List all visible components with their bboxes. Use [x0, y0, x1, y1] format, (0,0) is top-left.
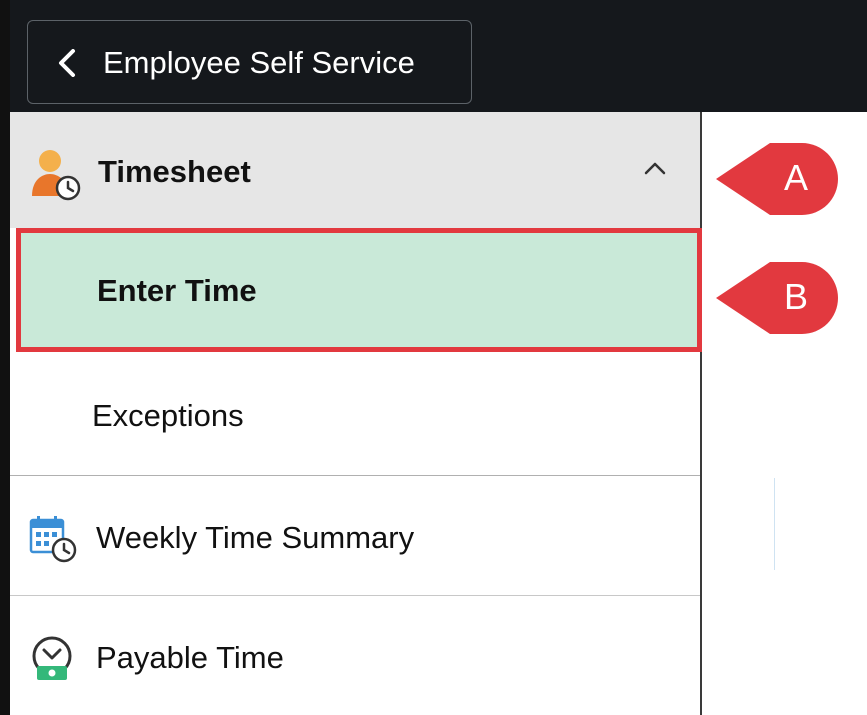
top-header-bar: Employee Self Service: [0, 0, 867, 112]
weekly-time-summary-menu-item[interactable]: Weekly Time Summary: [10, 476, 700, 596]
employee-self-service-back-button[interactable]: Employee Self Service: [27, 20, 472, 104]
payable-time-menu-item[interactable]: Payable Time: [10, 596, 700, 715]
back-button-label: Employee Self Service: [103, 45, 415, 80]
enter-time-label: Enter Time: [97, 273, 257, 308]
callout-b-letter: B: [783, 276, 808, 317]
weekly-time-summary-label: Weekly Time Summary: [96, 520, 415, 555]
clock-money-icon: [32, 636, 72, 680]
left-navigation-panel: Timesheet Enter Time Exceptions Weekly T…: [10, 112, 702, 715]
exceptions-menu-item[interactable]: Exceptions: [10, 352, 700, 476]
callout-a: A: [712, 137, 840, 221]
window-left-border: [0, 0, 10, 715]
chevron-left-icon: [59, 49, 75, 77]
content-divider: [774, 478, 775, 570]
chevron-up-icon[interactable]: [643, 160, 667, 176]
exceptions-label: Exceptions: [92, 398, 244, 433]
payable-time-label: Payable Time: [96, 640, 284, 675]
enter-time-menu-item[interactable]: Enter Time: [16, 228, 702, 352]
page-frame: Employee Self Service Timesheet Enter Ti…: [0, 0, 867, 715]
timesheet-group-header[interactable]: Timesheet: [10, 112, 700, 228]
callout-b: B: [712, 256, 840, 340]
timesheet-group-label: Timesheet: [98, 154, 251, 189]
person-clock-icon: [32, 150, 81, 201]
callout-a-letter: A: [783, 157, 808, 198]
calendar-clock-icon: [29, 516, 77, 563]
